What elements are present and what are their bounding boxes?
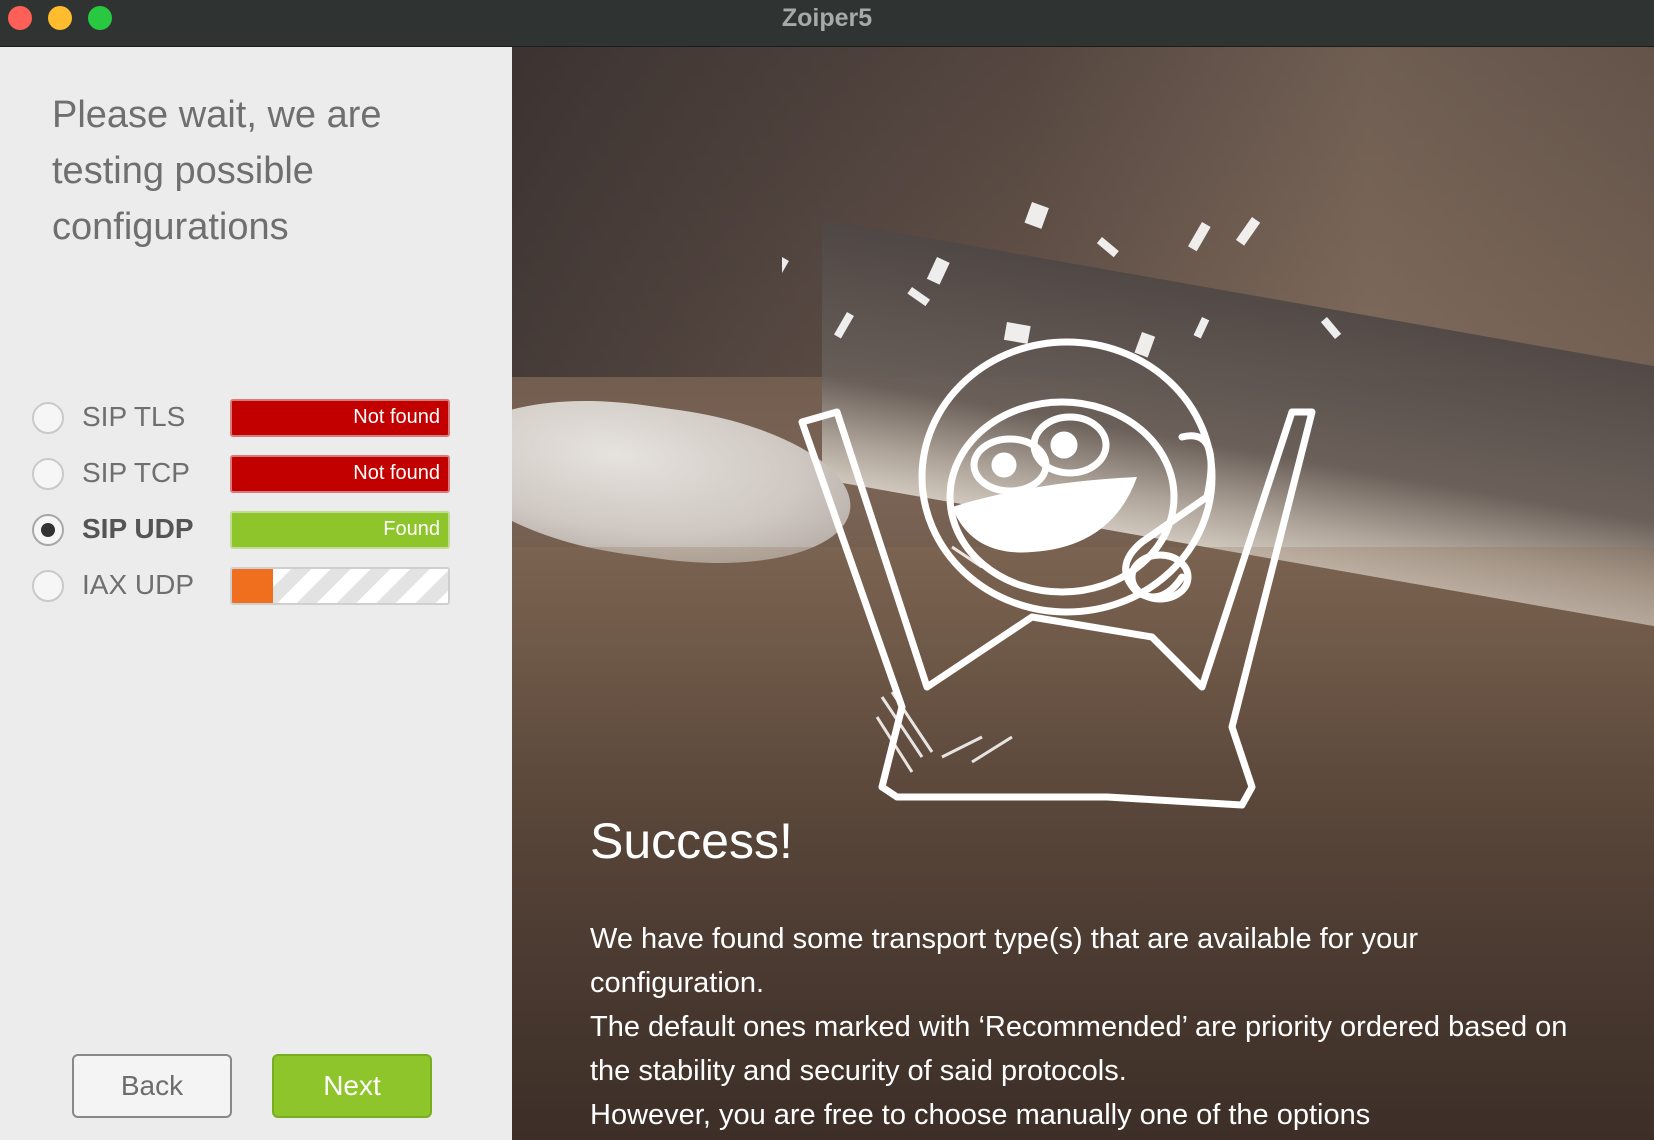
radio-selected-dot: [41, 523, 55, 537]
sip-udp-status: Found: [383, 518, 440, 540]
success-paragraph-1: We have found some transport type(s) tha…: [590, 923, 1419, 999]
next-button[interactable]: Next: [272, 1054, 432, 1118]
transport-row-sip-tls: SIP TLS Not found: [32, 399, 462, 439]
sip-tls-status-bar: Not found: [230, 399, 450, 437]
sip-tcp-label: SIP TCP: [82, 457, 190, 488]
sip-tls-label: SIP TLS: [82, 401, 186, 432]
panel-heading: Please wait, we are testing possible con…: [52, 94, 382, 248]
sip-udp-status-bar: Found: [230, 511, 450, 549]
iax-udp-label: IAX UDP: [82, 569, 195, 600]
sip-tcp-radio[interactable]: [32, 458, 64, 490]
window-title: Zoiper5: [781, 4, 873, 32]
sip-tcp-status-bar: Not found: [230, 455, 450, 493]
success-description: We have found some transport type(s) tha…: [590, 917, 1590, 1137]
success-title: Success!: [590, 813, 793, 869]
config-test-panel: Please wait, we are testing possible con…: [0, 47, 512, 1140]
zoiper-window: Zoiper5 Please wait, we are testing poss…: [0, 0, 1654, 1140]
celebrating-mascot-icon: [782, 202, 1342, 809]
success-paragraph-3: However, you are free to choose manually…: [590, 1099, 1371, 1131]
transport-row-sip-tcp: SIP TCP Not found: [32, 455, 462, 495]
title-bar: Zoiper5: [0, 0, 1654, 47]
transport-row-sip-udp: SIP UDP Found: [32, 511, 462, 551]
sip-tls-radio[interactable]: [32, 402, 64, 434]
sip-udp-label: SIP UDP: [82, 513, 194, 544]
sip-tcp-status: Not found: [353, 462, 440, 484]
success-panel: Success! We have found some transport ty…: [512, 47, 1654, 1140]
back-button[interactable]: Back: [72, 1054, 232, 1118]
transport-row-iax-udp: IAX UDP: [32, 567, 462, 607]
success-paragraph-2: The default ones marked with ‘Recommende…: [590, 1011, 1568, 1087]
iax-udp-progress-fill: [232, 569, 274, 603]
iax-udp-radio[interactable]: [32, 570, 64, 602]
iax-udp-progress-bar: [230, 567, 450, 605]
sip-tls-status: Not found: [353, 406, 440, 428]
sip-udp-radio[interactable]: [32, 514, 64, 546]
